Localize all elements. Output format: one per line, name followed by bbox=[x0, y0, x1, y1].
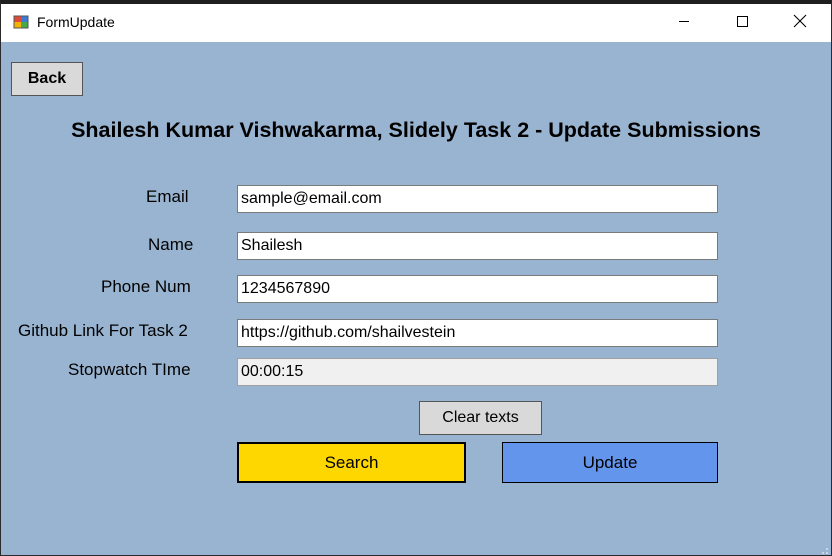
form-client-area: Back Shailesh Kumar Vishwakarma, Slidely… bbox=[1, 42, 831, 555]
page-title: Shailesh Kumar Vishwakarma, Slidely Task… bbox=[71, 118, 761, 142]
stopwatch-label: Stopwatch TIme bbox=[68, 360, 191, 379]
resize-grip-icon[interactable] bbox=[817, 542, 829, 554]
close-button[interactable] bbox=[771, 4, 829, 42]
update-button[interactable]: Update bbox=[502, 442, 718, 483]
minimize-button[interactable] bbox=[655, 4, 713, 42]
window-title: FormUpdate bbox=[37, 14, 115, 30]
form-update-window: FormUpdate Back Shailesh Kumar Vishwakar… bbox=[0, 0, 832, 556]
close-icon bbox=[793, 14, 807, 33]
maximize-icon bbox=[736, 14, 748, 32]
clear-texts-button[interactable]: Clear texts bbox=[419, 401, 542, 435]
search-button[interactable]: Search bbox=[237, 442, 466, 483]
maximize-button[interactable] bbox=[713, 4, 771, 42]
phone-label: Phone Num bbox=[101, 277, 191, 296]
github-label: Github Link For Task 2 bbox=[18, 321, 188, 340]
app-form-icon bbox=[13, 14, 29, 30]
name-field[interactable] bbox=[237, 232, 718, 260]
title-bar[interactable]: FormUpdate bbox=[1, 4, 831, 42]
back-button[interactable]: Back bbox=[11, 62, 83, 96]
phone-field[interactable] bbox=[237, 275, 718, 303]
minimize-icon bbox=[678, 14, 690, 32]
email-label: Email bbox=[146, 187, 189, 206]
name-label: Name bbox=[148, 235, 194, 254]
email-field[interactable] bbox=[237, 185, 718, 213]
stopwatch-time-field[interactable] bbox=[237, 358, 718, 386]
github-link-field[interactable] bbox=[237, 319, 718, 347]
